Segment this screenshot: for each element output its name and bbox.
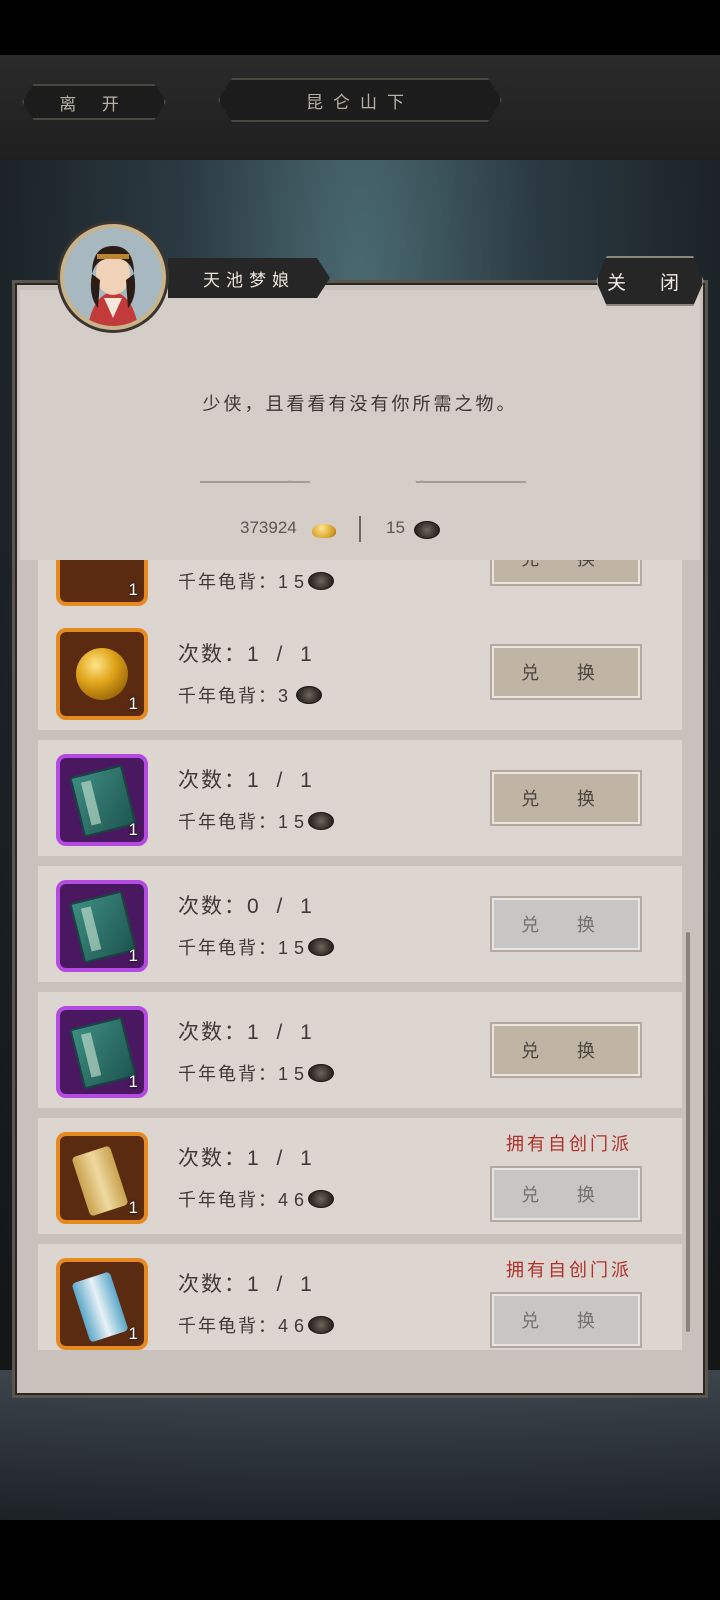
- turtle-shell-icon: [308, 572, 334, 590]
- cost-label: 千年龟背：: [178, 938, 278, 959]
- item-art: [76, 648, 128, 700]
- cost-value: 15: [278, 572, 311, 592]
- item-quantity: 1: [128, 1198, 138, 1217]
- turtle-shell-icon: [308, 1316, 334, 1334]
- npc-dialogue: 少侠，且看看有没有你所需之物。: [202, 394, 518, 415]
- exchange-count: 次数：1 / 1: [178, 1268, 318, 1298]
- golden-orb-icon[interactable]: 1: [56, 628, 148, 720]
- cost-label: 千年龟背：: [178, 1064, 278, 1085]
- exchange-item-row: 1 次数：1 / 1 千年龟背：3 兑 换: [38, 614, 682, 730]
- item-quantity: 1: [128, 820, 138, 839]
- exchange-count: 次数：1 / 1: [178, 764, 318, 794]
- exchange-count: 次数：1 / 1: [178, 638, 318, 668]
- exchange-count: 次数：0 / 1: [178, 890, 318, 920]
- location-title: 昆仑山下: [218, 78, 502, 122]
- npc-portrait-icon: [64, 228, 162, 326]
- count-value: 1 / 1: [247, 769, 318, 792]
- exchange-item-row: 1 次数：1 / 1 千年龟背：15 兑 换: [38, 740, 682, 856]
- item-art: [69, 890, 137, 964]
- martial-manual-icon[interactable]: 1: [56, 880, 148, 972]
- item-art: [71, 1145, 129, 1217]
- sect-requirement-warning: 拥有自创门派: [506, 1260, 632, 1281]
- item-art: [69, 1016, 137, 1090]
- exchange-item-row: 1 次数：1 / 1 千年龟背：46 拥有自创门派兑 换: [38, 1244, 682, 1350]
- scroll-icon[interactable]: 1: [56, 1132, 148, 1224]
- leave-button[interactable]: 离 开: [22, 84, 166, 120]
- turtle-shell-icon: [308, 812, 334, 830]
- martial-manual-icon[interactable]: 1: [56, 754, 148, 846]
- divider-ornament-icon: ∽: [282, 474, 294, 490]
- cost-label: 千年龟背：: [178, 1316, 278, 1337]
- count-label: 次数：: [178, 1146, 247, 1170]
- cost-value: 46: [278, 1190, 311, 1210]
- item-quantity: 1: [128, 1324, 138, 1343]
- exchange-count: 次数：1 / 1: [178, 1142, 318, 1172]
- count-value: 1 / 1: [247, 1273, 318, 1296]
- exchange-item-row: 1 次数：0 / 1 千年龟背：15 兑 换: [38, 866, 682, 982]
- item-quantity: 1: [128, 694, 138, 713]
- exchange-button[interactable]: 兑 换: [490, 1022, 642, 1078]
- flower-item-icon[interactable]: 1: [56, 560, 148, 606]
- count-value: 0 / 1: [247, 895, 318, 918]
- divider-right: [416, 481, 526, 483]
- exchange-list[interactable]: 1千年龟背：15兑 换1次数：1 / 1千年龟背：3兑 换1次数：1 / 1千年…: [38, 560, 682, 1350]
- exchange-cost: 千年龟背：46: [178, 1312, 310, 1338]
- turtle-shell-icon: [308, 1064, 334, 1082]
- gold-amount: 373924: [240, 518, 297, 537]
- cost-value: 15: [278, 812, 311, 832]
- count-value: 1 / 1: [247, 1147, 318, 1170]
- exchange-button[interactable]: 兑 换: [490, 1292, 642, 1348]
- item-quantity: 1: [128, 1072, 138, 1091]
- exchange-cost: 千年龟背：15: [178, 568, 310, 594]
- count-label: 次数：: [178, 642, 247, 666]
- exchange-item-row: 1 千年龟背：15 兑 换: [38, 560, 682, 616]
- currency-separator: [359, 516, 361, 542]
- turtle-shell-icon: [308, 1190, 334, 1208]
- turtle-shell-icon: [414, 521, 440, 539]
- item-art: [71, 1271, 129, 1343]
- close-button[interactable]: 关 闭: [596, 256, 704, 306]
- count-value: 1 / 1: [247, 643, 318, 666]
- exchange-button[interactable]: 兑 换: [490, 770, 642, 826]
- exchange-button[interactable]: 兑 换: [490, 1166, 642, 1222]
- npc-avatar: [60, 224, 166, 330]
- turtle-shell-icon: [296, 686, 322, 704]
- exchange-button[interactable]: 兑 换: [490, 644, 642, 700]
- item-quantity: 1: [128, 580, 138, 599]
- exchange-button[interactable]: 兑 换: [490, 896, 642, 952]
- shell-amount: 15: [386, 518, 405, 537]
- sect-requirement-warning: 拥有自创门派: [506, 1134, 632, 1155]
- exchange-count: 次数：1 / 1: [178, 1016, 318, 1046]
- cost-label: 千年龟背：: [178, 572, 278, 593]
- cost-label: 千年龟背：: [178, 686, 278, 707]
- cost-value: 46: [278, 1316, 311, 1336]
- exchange-item-row: 1 次数：1 / 1 千年龟背：15 兑 换: [38, 992, 682, 1108]
- exchange-item-row: 1 次数：1 / 1 千年龟背：46 拥有自创门派兑 换: [38, 1118, 682, 1234]
- count-label: 次数：: [178, 1272, 247, 1296]
- exchange-cost: 千年龟背：3: [178, 682, 294, 708]
- item-art: [69, 764, 137, 838]
- count-value: 1 / 1: [247, 1021, 318, 1044]
- item-quantity: 1: [128, 946, 138, 965]
- gold-ingot-icon: [312, 524, 336, 538]
- exchange-cost: 千年龟背：15: [178, 808, 310, 834]
- cost-label: 千年龟背：: [178, 812, 278, 833]
- list-scrollbar[interactable]: [686, 932, 690, 1332]
- exchange-cost: 千年龟背：15: [178, 934, 310, 960]
- divider-ornament-icon: ∽: [414, 474, 426, 490]
- count-label: 次数：: [178, 894, 247, 918]
- count-label: 次数：: [178, 768, 247, 792]
- exchange-cost: 千年龟背：15: [178, 1060, 310, 1086]
- scroll-icon[interactable]: 1: [56, 1258, 148, 1350]
- cost-value: 3: [278, 686, 295, 706]
- martial-manual-icon[interactable]: 1: [56, 1006, 148, 1098]
- exchange-cost: 千年龟背：46: [178, 1186, 310, 1212]
- count-label: 次数：: [178, 1020, 247, 1044]
- cost-value: 15: [278, 938, 311, 958]
- cost-label: 千年龟背：: [178, 1190, 278, 1211]
- cost-value: 15: [278, 1064, 311, 1084]
- npc-name: 天池梦娘: [168, 258, 330, 298]
- exchange-button[interactable]: 兑 换: [490, 560, 642, 586]
- turtle-shell-icon: [308, 938, 334, 956]
